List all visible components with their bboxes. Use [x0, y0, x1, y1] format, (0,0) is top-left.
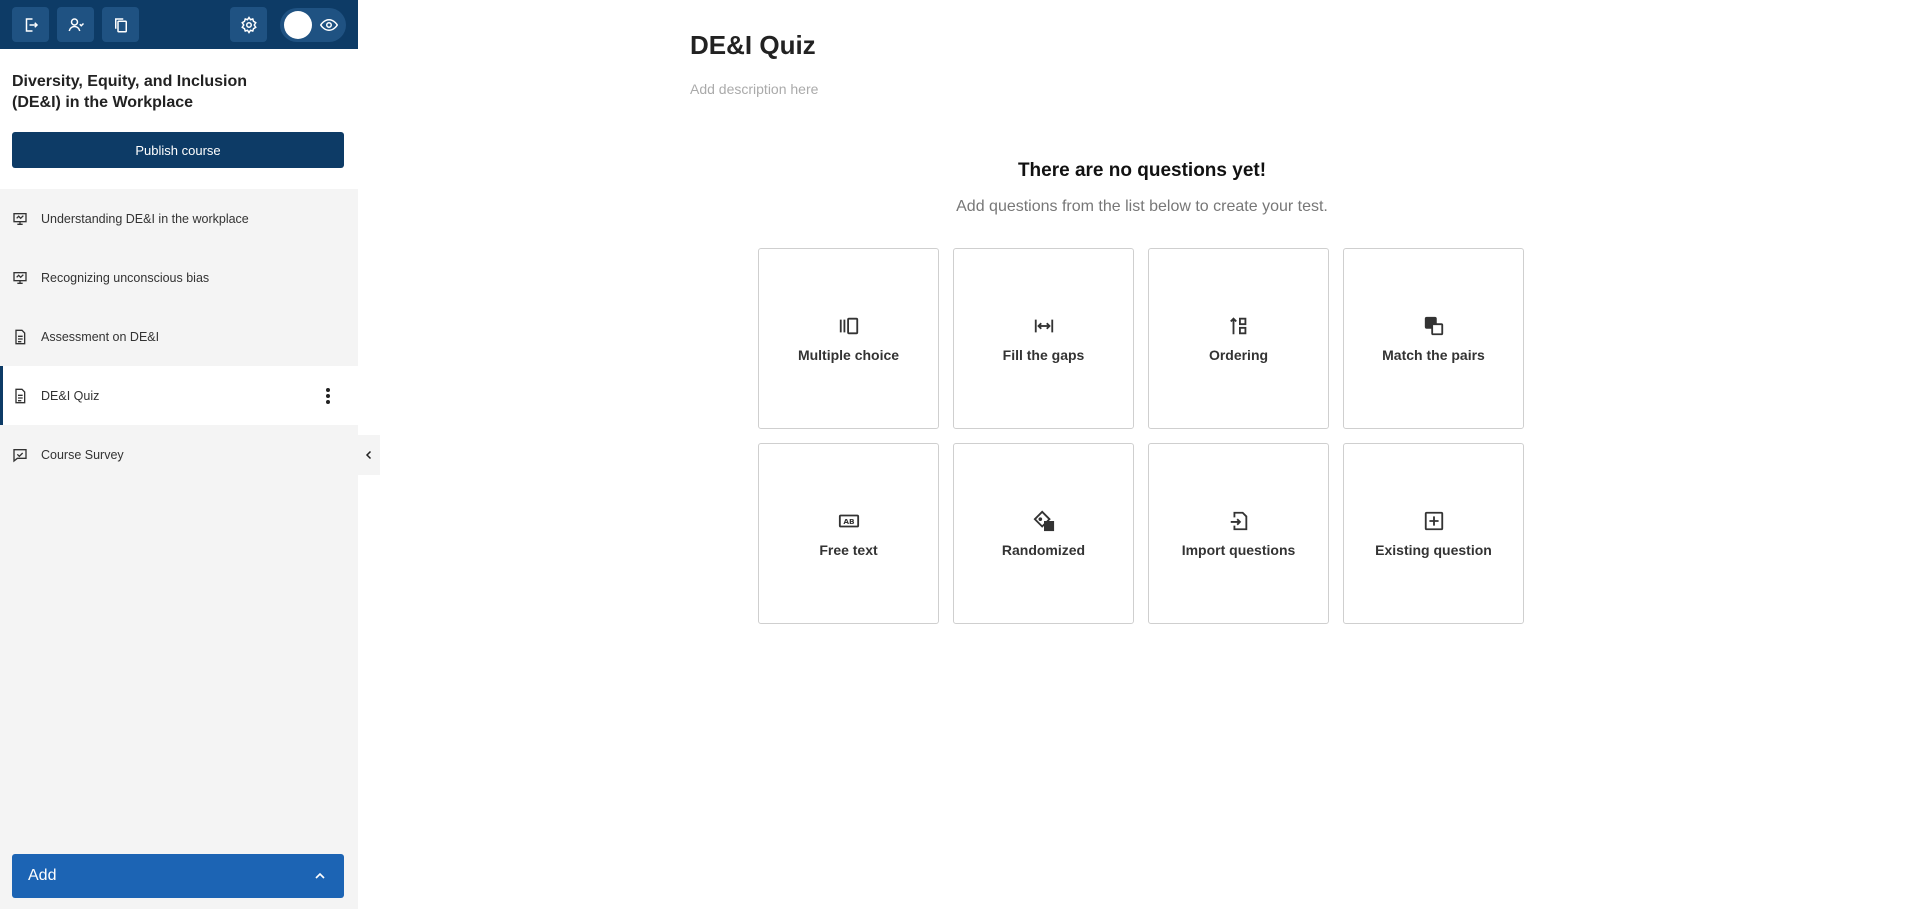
sidebar-item-understanding-dei[interactable]: Understanding DE&I in the workplace — [0, 189, 358, 248]
sidebar-item-label: DE&I Quiz — [41, 388, 100, 403]
free-text-card[interactable]: AB Free text — [758, 443, 939, 624]
publish-course-button[interactable]: Publish course — [12, 132, 344, 168]
eye-icon — [320, 18, 338, 31]
randomized-card[interactable]: Randomized — [953, 443, 1134, 624]
sidebar-item-label: Understanding DE&I in the workplace — [41, 211, 249, 226]
card-label: Fill the gaps — [1002, 346, 1085, 363]
toggle-knob — [284, 10, 312, 39]
import-icon — [1230, 511, 1247, 530]
sidebar-item-label: Course Survey — [41, 447, 124, 462]
users-button[interactable] — [57, 7, 94, 42]
existing-question-card[interactable]: Existing question — [1343, 443, 1524, 624]
card-label: Ordering — [1208, 346, 1269, 363]
ordering-card[interactable]: Ordering — [1148, 248, 1329, 429]
more-options-icon[interactable] — [326, 388, 330, 406]
card-label: Multiple choice — [797, 346, 900, 363]
empty-state-subtitle: Add questions from the list below to cre… — [956, 198, 1328, 215]
add-button[interactable]: Add — [12, 854, 344, 898]
chevron-up-icon — [315, 872, 325, 879]
card-label: Free text — [819, 541, 878, 558]
card-label: Import questions — [1181, 541, 1296, 558]
exit-button[interactable] — [12, 7, 49, 42]
course-title: Diversity, Equity, and Inclusion (DE&I) … — [12, 73, 248, 111]
svg-text:AB: AB — [843, 517, 855, 526]
card-label: Existing question — [1375, 541, 1492, 558]
sidebar-item-label: Recognizing unconscious bias — [41, 270, 210, 285]
copy-icon — [114, 17, 127, 32]
add-button-label: Add — [28, 867, 57, 884]
sidebar-item-assessment[interactable]: Assessment on DE&I — [0, 307, 358, 366]
multiple-choice-icon — [839, 317, 858, 334]
copy-button[interactable] — [102, 7, 139, 42]
main-content: DE&I Quiz Add description here There are… — [358, 0, 1919, 909]
sidebar-toolbar — [0, 0, 358, 49]
settings-button[interactable] — [230, 7, 267, 42]
sidebar-item-unconscious-bias[interactable]: Recognizing unconscious bias — [0, 248, 358, 307]
sidebar-item-dei-quiz[interactable]: DE&I Quiz — [0, 366, 358, 425]
document-icon — [15, 388, 26, 403]
presentation-icon — [13, 212, 27, 225]
course-outline: Understanding DE&I in the workplace Reco… — [0, 189, 358, 484]
preview-toggle[interactable] — [280, 7, 346, 42]
match-the-pairs-card[interactable]: Match the pairs — [1343, 248, 1524, 429]
fill-the-gaps-card[interactable]: Fill the gaps — [953, 248, 1134, 429]
import-questions-card[interactable]: Import questions — [1148, 443, 1329, 624]
course-header: Diversity, Equity, and Inclusion (DE&I) … — [0, 49, 358, 189]
empty-state-title: There are no questions yet! — [1017, 160, 1267, 181]
card-label: Randomized — [1001, 541, 1086, 558]
add-existing-icon — [1424, 511, 1443, 530]
survey-icon — [13, 448, 27, 462]
page-title[interactable]: DE&I Quiz — [690, 30, 816, 61]
description-field[interactable]: Add description here — [690, 81, 818, 97]
document-icon — [15, 329, 26, 344]
randomized-icon — [1033, 510, 1054, 531]
exit-icon — [25, 17, 38, 32]
free-text-icon: AB — [838, 514, 859, 527]
ordering-icon — [1229, 316, 1246, 334]
multiple-choice-card[interactable]: Multiple choice — [758, 248, 939, 429]
match-pairs-icon — [1424, 316, 1443, 335]
gear-icon — [240, 15, 257, 34]
question-type-grid: Multiple choice Fill the gaps Ordering M… — [758, 248, 1526, 624]
card-label: Match the pairs — [1382, 346, 1485, 363]
sidebar: Diversity, Equity, and Inclusion (DE&I) … — [0, 0, 358, 909]
sidebar-item-course-survey[interactable]: Course Survey — [0, 425, 358, 484]
sidebar-item-label: Assessment on DE&I — [41, 329, 160, 344]
users-icon — [68, 17, 84, 31]
fill-gaps-icon — [1034, 319, 1053, 332]
presentation-icon — [13, 271, 27, 284]
